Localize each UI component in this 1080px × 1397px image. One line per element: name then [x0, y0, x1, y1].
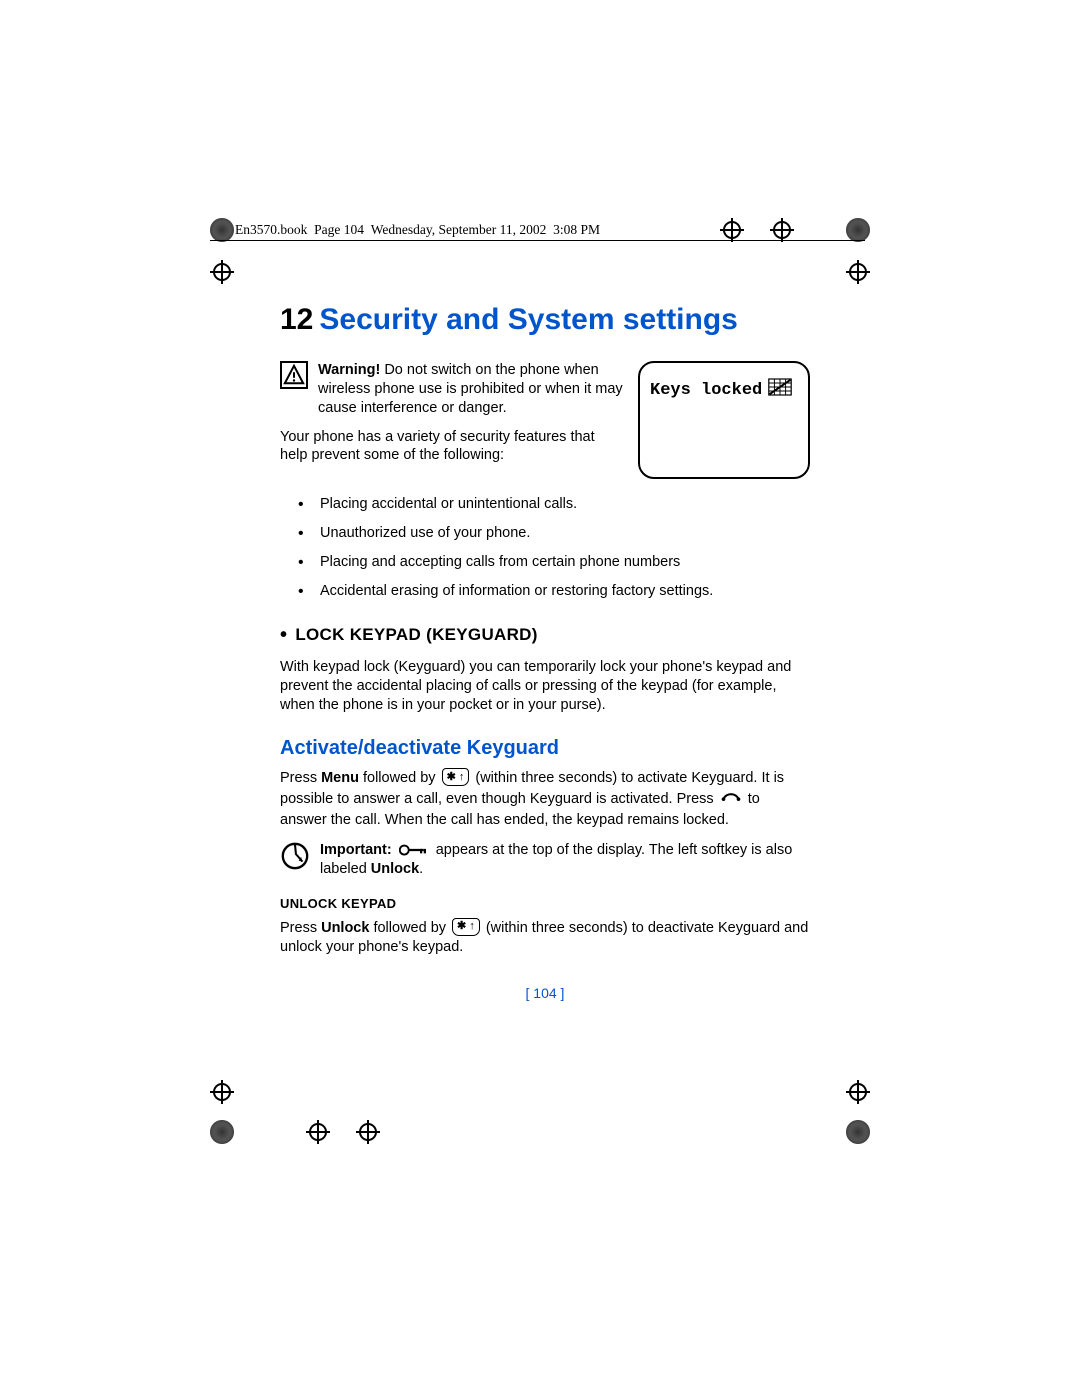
subsection-heading: Activate/deactivate Keyguard: [280, 735, 810, 761]
intro-text: Your phone has a variety of security fea…: [280, 428, 624, 466]
crop-crosshair-r2: [846, 1080, 870, 1104]
key-lock-indicator-icon: [396, 842, 432, 858]
crop-crosshair-tc2: [770, 218, 794, 242]
header-pageref: Page 104: [314, 222, 364, 237]
important-text: Important: appears at the top of the dis…: [320, 841, 810, 880]
chapter-number: 12: [280, 303, 313, 336]
unlock-followed: followed by: [369, 920, 450, 936]
warning-icon: [280, 361, 308, 389]
crop-circle-tr: [846, 218, 870, 242]
text-menu: Menu: [321, 770, 359, 786]
phone-screen-illustration: Keys locked: [638, 361, 810, 479]
unlock-press: Press: [280, 920, 321, 936]
text-press: Press: [280, 770, 321, 786]
crop-crosshair-bc1: [306, 1120, 330, 1144]
page-content: 12Security and System settings Warning! …: [280, 300, 810, 958]
header-filename: En3570.book: [235, 222, 307, 237]
important-icon: [280, 841, 310, 877]
text-followed-by: followed by: [359, 770, 440, 786]
warning-label: Warning!: [318, 362, 380, 378]
star-key-icon: ✱ ↑: [442, 768, 470, 786]
important-unlock: Unlock: [371, 861, 419, 877]
crop-crosshair-l1: [210, 260, 234, 284]
unlock-keypad-heading: UNLOCK KEYPAD: [280, 896, 810, 913]
keypad-lock-icon: [768, 377, 792, 405]
crop-circle-br: [846, 1120, 870, 1144]
section1-paragraph: With keypad lock (Keyguard) you can temp…: [280, 658, 810, 715]
chapter-title-text: Security and System settings: [319, 303, 737, 336]
bullet-item: Accidental erasing of information or res…: [280, 582, 810, 601]
section-heading-text: LOCK KEYPAD (KEYGUARD): [295, 624, 537, 646]
section-heading-lock-keypad: LOCK KEYPAD (KEYGUARD): [280, 622, 810, 648]
unlock-bold: Unlock: [321, 920, 369, 936]
header-rule: [210, 240, 865, 241]
unlock-paragraph: Press Unlock followed by ✱ ↑ (within thr…: [280, 919, 810, 958]
warning-text: Warning! Do not switch on the phone when…: [318, 361, 624, 418]
crop-crosshair-bc2: [356, 1120, 380, 1144]
header-time: 3:08 PM: [553, 222, 600, 237]
crop-crosshair-r1: [846, 260, 870, 284]
call-key-icon: [721, 787, 741, 810]
header-filename-line: En3570.book Page 104 Wednesday, Septembe…: [235, 222, 600, 238]
bullet-item: Unauthorized use of your phone.: [280, 524, 810, 543]
crop-crosshair-l2: [210, 1080, 234, 1104]
page-number: [ 104 ]: [280, 984, 810, 1002]
activate-paragraph: Press Menu followed by ✱ ↑ (within three…: [280, 769, 810, 831]
star-key-icon: ✱ ↑: [452, 918, 480, 936]
bullet-item: Placing and accepting calls from certain…: [280, 553, 810, 572]
screen-label: Keys locked: [650, 380, 762, 402]
chapter-title: 12Security and System settings: [280, 300, 810, 339]
header-day: Wednesday, September 11, 2002: [371, 222, 547, 237]
crop-circle-bl: [210, 1120, 234, 1144]
bullet-list: Placing accidental or unintentional call…: [280, 495, 810, 600]
bullet-item: Placing accidental or unintentional call…: [280, 495, 810, 514]
crop-crosshair-tc: [720, 218, 744, 242]
important-label: Important:: [320, 842, 392, 858]
important-period: .: [419, 861, 423, 877]
crop-circle-tl: [210, 218, 234, 242]
